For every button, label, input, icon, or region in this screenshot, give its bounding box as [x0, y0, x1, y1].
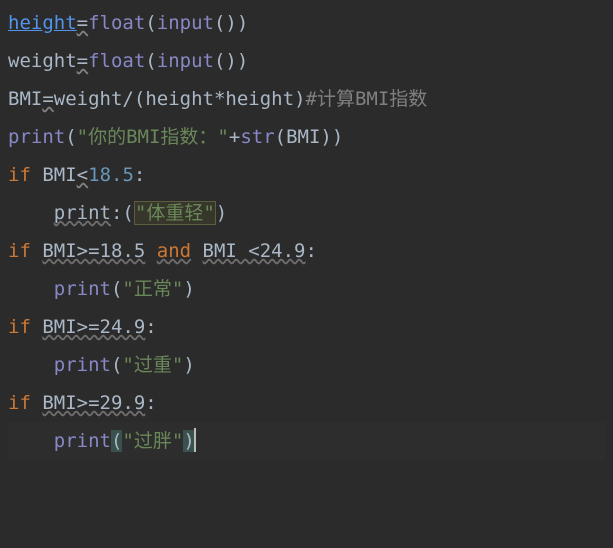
- op-assign: =: [77, 50, 88, 72]
- comment: #计算BMI指数: [306, 88, 428, 110]
- kw-if: if: [8, 316, 31, 338]
- paren: ): [183, 354, 194, 376]
- space: [31, 316, 42, 338]
- identifier-height: height: [225, 88, 294, 110]
- string: "过重": [122, 354, 183, 376]
- code-line[interactable]: print:("体重轻"): [8, 194, 605, 232]
- fn-str: str: [240, 126, 274, 148]
- colon: :: [134, 164, 145, 186]
- fn-print: print: [54, 430, 111, 452]
- space: [145, 240, 156, 262]
- colon: :: [145, 316, 156, 338]
- fn-input: input: [157, 50, 214, 72]
- paren: ): [320, 126, 331, 148]
- paren: (: [145, 50, 156, 72]
- kw-and: and: [157, 240, 191, 262]
- space: [191, 240, 202, 262]
- paren: (: [145, 12, 156, 34]
- condition: BMI>=24.9: [42, 316, 145, 338]
- paren: ): [183, 278, 194, 300]
- code-line[interactable]: print("你的BMI指数："+str(BMI)): [8, 118, 605, 156]
- string: "过胖": [122, 430, 183, 452]
- paren: ): [294, 88, 305, 110]
- code-line[interactable]: if BMI<18.5:: [8, 156, 605, 194]
- colon: :: [145, 392, 156, 414]
- paren: (: [111, 354, 122, 376]
- code-line[interactable]: BMI=weight/(height*height)#计算BMI指数: [8, 80, 605, 118]
- code-line[interactable]: print("正常"): [8, 270, 605, 308]
- string: "正常": [122, 278, 183, 300]
- identifier-bmi: BMI: [286, 126, 320, 148]
- paren: (: [275, 126, 286, 148]
- kw-if: if: [8, 164, 31, 186]
- paren: (: [134, 88, 145, 110]
- space: [31, 164, 42, 186]
- string: "体重轻": [134, 201, 216, 225]
- code-editor[interactable]: height=float(input()) weight=float(input…: [0, 0, 613, 464]
- colon: :: [305, 240, 316, 262]
- paren: (: [122, 202, 133, 224]
- kw-if: if: [8, 240, 31, 262]
- colon: :: [111, 202, 122, 224]
- parens: (): [214, 12, 237, 34]
- op-div: /: [122, 88, 133, 110]
- identifier-weight: weight: [54, 88, 123, 110]
- space: [31, 240, 42, 262]
- condition: BMI <24.9: [203, 240, 306, 262]
- paren: (: [111, 278, 122, 300]
- op-lt: <: [77, 164, 88, 186]
- code-line[interactable]: print("过胖"): [8, 422, 605, 460]
- code-line[interactable]: weight=float(input()): [8, 42, 605, 80]
- code-line[interactable]: height=float(input()): [8, 4, 605, 42]
- fn-input: input: [157, 12, 214, 34]
- paren: ): [332, 126, 343, 148]
- op-mul: *: [214, 88, 225, 110]
- string: "你的BMI指数：": [77, 126, 229, 148]
- kw-if: if: [8, 392, 31, 414]
- identifier-bmi: BMI: [42, 164, 76, 186]
- op-assign: =: [77, 12, 88, 34]
- identifier-height: height: [145, 88, 214, 110]
- fn-print: print: [8, 126, 65, 148]
- paren: ): [237, 12, 248, 34]
- paren-open-match: (: [111, 430, 122, 452]
- paren: ): [237, 50, 248, 72]
- fn-float: float: [88, 50, 145, 72]
- code-line[interactable]: if BMI>=29.9:: [8, 384, 605, 422]
- fn-print: print: [54, 354, 111, 376]
- fn-print: print: [54, 278, 111, 300]
- condition: BMI>=29.9: [42, 392, 145, 414]
- paren: ): [216, 202, 227, 224]
- identifier-bmi: BMI: [8, 88, 42, 110]
- op-plus: +: [229, 126, 240, 148]
- parens: (): [214, 50, 237, 72]
- number: 18.5: [88, 164, 134, 186]
- op-assign: =: [42, 88, 53, 110]
- identifier-print: print: [54, 202, 111, 224]
- code-line[interactable]: if BMI>=18.5 and BMI <24.9:: [8, 232, 605, 270]
- fn-float: float: [88, 12, 145, 34]
- identifier-weight: weight: [8, 50, 77, 72]
- text-caret: [194, 428, 196, 452]
- code-line[interactable]: print("过重"): [8, 346, 605, 384]
- code-line[interactable]: if BMI>=24.9:: [8, 308, 605, 346]
- identifier-height: height: [8, 12, 77, 34]
- space: [31, 392, 42, 414]
- condition: BMI>=18.5: [42, 240, 145, 262]
- paren: (: [65, 126, 76, 148]
